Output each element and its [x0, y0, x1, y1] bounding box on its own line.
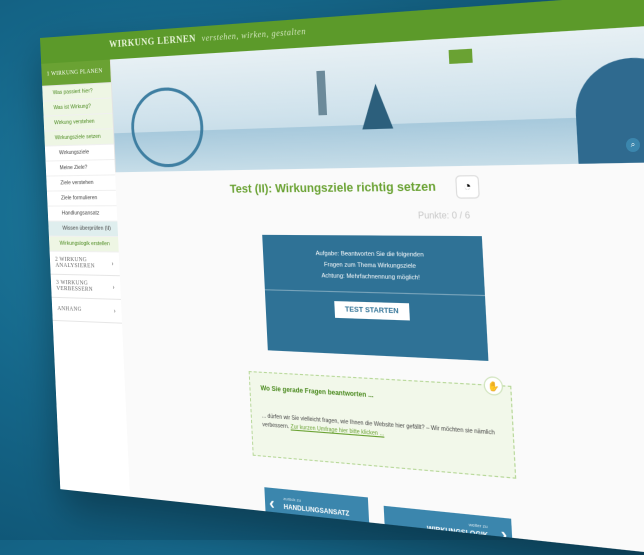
task-line: Achtung: Mehrfachnennung möglich! — [321, 272, 421, 282]
sidebar-item[interactable]: Wirkungslogik erstellen — [48, 236, 119, 253]
chevron-right-icon: › — [113, 306, 117, 316]
sidebar-item[interactable]: Ziele verstehen — [46, 175, 116, 192]
points-counter: Punkte: 0 / 6 — [417, 210, 471, 221]
zoom-icon[interactable]: ⌕ — [626, 138, 640, 152]
sidebar-section-improve[interactable]: 3 WIRKUNG VERBESSERN › — [50, 274, 121, 300]
sidebar-item-current[interactable]: Wissen überprüfen (II) — [48, 221, 119, 238]
lighthouse-illustration — [316, 70, 328, 116]
chevron-right-icon: › — [112, 283, 116, 292]
device-stage: WIRKUNG LERNEN verstehen, wirken, gestalt… — [0, 0, 644, 555]
hand-icon: ✋ — [483, 375, 504, 397]
sailboat-illustration — [360, 83, 394, 130]
task-line: Fragen zum Thema Wirkungsziele — [323, 261, 417, 271]
app-window: WIRKUNG LERNEN verstehen, wirken, gestalt… — [40, 0, 644, 555]
flag-illustration — [448, 48, 473, 64]
sidebar-section-appendix[interactable]: ANHANG › — [51, 297, 123, 324]
main-content: Test (II): Wirkungsziele richtig setzen … — [115, 160, 644, 555]
task-line: Aufgabe: Beantworten Sie die folgenden — [315, 250, 424, 259]
task-box: Aufgabe: Beantworten Sie die folgenden F… — [262, 234, 489, 361]
divider — [264, 289, 486, 297]
start-test-button[interactable]: TEST STARTEN — [333, 301, 411, 321]
next-page-button[interactable]: weiter zu WIRKUNGSLOGIK › — [383, 505, 514, 555]
sidebar-section-plan[interactable]: 1 WIRKUNG PLANEN — [41, 59, 111, 87]
brand[interactable]: WIRKUNG LERNEN verstehen, wirken, gestalt… — [109, 25, 306, 49]
chevron-right-icon: › — [111, 259, 115, 268]
chevron-left-icon: ‹ — [268, 494, 276, 514]
sidebar-section-analyze[interactable]: 2 WIRKUNG ANALYSIEREN › — [49, 251, 120, 277]
sidebar-item[interactable]: Meine Ziele? — [45, 159, 116, 177]
boat-illustration — [572, 54, 644, 170]
chevron-right-icon: › — [500, 524, 508, 546]
sidebar-item[interactable]: Handlungsansatz — [47, 206, 118, 222]
previous-page-button[interactable]: ‹ zurück zu HANDLUNGSANSATZ — [264, 487, 370, 532]
pie-chart-icon: ◔ — [455, 175, 480, 199]
hint-title: Wo Sie gerade Fragen beantworten ... — [260, 385, 374, 400]
survey-hint-box: ✋ Wo Sie gerade Fragen beantworten ... .… — [248, 371, 517, 479]
page-title: Test (II): Wirkungsziele richtig setzen — [229, 180, 437, 196]
sidebar-item[interactable]: Ziele formulieren — [46, 190, 117, 207]
sidebar-item[interactable]: Wirkungsziele — [44, 144, 115, 162]
hint-body: ... dürfen wir Sie vielleicht fragen, wi… — [261, 413, 495, 438]
